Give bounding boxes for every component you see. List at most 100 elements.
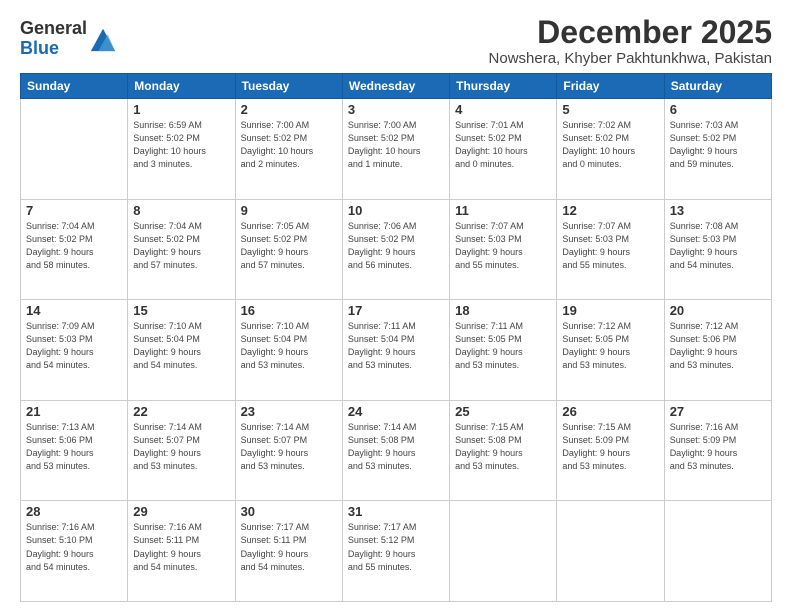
day-info: Sunrise: 7:08 AMSunset: 5:03 PMDaylight:… bbox=[670, 220, 766, 272]
day-number: 31 bbox=[348, 504, 444, 519]
day-info: Sunrise: 7:14 AMSunset: 5:07 PMDaylight:… bbox=[241, 421, 337, 473]
day-info: Sunrise: 7:12 AMSunset: 5:05 PMDaylight:… bbox=[562, 320, 658, 372]
day-info: Sunrise: 7:10 AMSunset: 5:04 PMDaylight:… bbox=[241, 320, 337, 372]
day-info: Sunrise: 7:12 AMSunset: 5:06 PMDaylight:… bbox=[670, 320, 766, 372]
day-info: Sunrise: 7:10 AMSunset: 5:04 PMDaylight:… bbox=[133, 320, 229, 372]
table-row: 25 Sunrise: 7:15 AMSunset: 5:08 PMDayligh… bbox=[450, 400, 557, 501]
table-row: 4 Sunrise: 7:01 AMSunset: 5:02 PMDaylight… bbox=[450, 99, 557, 200]
day-info: Sunrise: 7:06 AMSunset: 5:02 PMDaylight:… bbox=[348, 220, 444, 272]
page-title: December 2025 bbox=[489, 15, 772, 50]
table-row bbox=[21, 99, 128, 200]
table-row bbox=[450, 501, 557, 602]
day-number: 30 bbox=[241, 504, 337, 519]
day-info: Sunrise: 7:13 AMSunset: 5:06 PMDaylight:… bbox=[26, 421, 122, 473]
day-info: Sunrise: 7:00 AMSunset: 5:02 PMDaylight:… bbox=[348, 119, 444, 171]
table-row: 28 Sunrise: 7:16 AMSunset: 5:10 PMDayligh… bbox=[21, 501, 128, 602]
day-info: Sunrise: 7:04 AMSunset: 5:02 PMDaylight:… bbox=[133, 220, 229, 272]
table-row: 3 Sunrise: 7:00 AMSunset: 5:02 PMDaylight… bbox=[342, 99, 449, 200]
day-number: 29 bbox=[133, 504, 229, 519]
table-row: 20Sunrise: 7:12 AMSunset: 5:06 PMDayligh… bbox=[664, 300, 771, 401]
table-row: 5Sunrise: 7:02 AMSunset: 5:02 PMDaylight… bbox=[557, 99, 664, 200]
table-row: 13 Sunrise: 7:08 AMSunset: 5:03 PMDayligh… bbox=[664, 199, 771, 300]
table-row: 8Sunrise: 7:04 AMSunset: 5:02 PMDaylight… bbox=[128, 199, 235, 300]
day-number: 25 bbox=[455, 404, 551, 419]
day-info: Sunrise: 7:15 AMSunset: 5:09 PMDaylight:… bbox=[562, 421, 658, 473]
day-info: Sunrise: 7:07 AMSunset: 5:03 PMDaylight:… bbox=[562, 220, 658, 272]
day-info: Sunrise: 7:17 AMSunset: 5:11 PMDaylight:… bbox=[241, 521, 337, 573]
day-number: 4 bbox=[455, 102, 551, 117]
col-friday: Friday bbox=[557, 74, 664, 99]
page: General Blue December 2025 Nowshera, Khy… bbox=[0, 0, 792, 612]
day-info: Sunrise: 7:17 AMSunset: 5:12 PMDaylight:… bbox=[348, 521, 444, 573]
calendar-week-row: 14 Sunrise: 7:09 AMSunset: 5:03 PMDayligh… bbox=[21, 300, 772, 401]
day-info: Sunrise: 7:16 AMSunset: 5:10 PMDaylight:… bbox=[26, 521, 122, 573]
col-tuesday: Tuesday bbox=[235, 74, 342, 99]
day-number: 7 bbox=[26, 203, 122, 218]
table-row: 30 Sunrise: 7:17 AMSunset: 5:11 PMDayligh… bbox=[235, 501, 342, 602]
day-number: 5 bbox=[562, 102, 658, 117]
day-info: Sunrise: 7:03 AMSunset: 5:02 PMDaylight:… bbox=[670, 119, 766, 171]
table-row: 1 Sunrise: 6:59 AMSunset: 5:02 PMDaylight… bbox=[128, 99, 235, 200]
table-row: 9 Sunrise: 7:05 AMSunset: 5:02 PMDaylight… bbox=[235, 199, 342, 300]
table-row: 12 Sunrise: 7:07 AMSunset: 5:03 PMDayligh… bbox=[557, 199, 664, 300]
calendar-week-row: 21 Sunrise: 7:13 AMSunset: 5:06 PMDayligh… bbox=[21, 400, 772, 501]
day-info: Sunrise: 7:04 AMSunset: 5:02 PMDaylight:… bbox=[26, 220, 122, 272]
day-info: Sunrise: 7:05 AMSunset: 5:02 PMDaylight:… bbox=[241, 220, 337, 272]
table-row: 6Sunrise: 7:03 AMSunset: 5:02 PMDaylight… bbox=[664, 99, 771, 200]
table-row: 7 Sunrise: 7:04 AMSunset: 5:02 PMDaylight… bbox=[21, 199, 128, 300]
table-row: 15 Sunrise: 7:10 AMSunset: 5:04 PMDayligh… bbox=[128, 300, 235, 401]
day-number: 28 bbox=[26, 504, 122, 519]
col-wednesday: Wednesday bbox=[342, 74, 449, 99]
table-row: 16Sunrise: 7:10 AMSunset: 5:04 PMDayligh… bbox=[235, 300, 342, 401]
table-row: 26Sunrise: 7:15 AMSunset: 5:09 PMDayligh… bbox=[557, 400, 664, 501]
day-number: 3 bbox=[348, 102, 444, 117]
day-info: Sunrise: 6:59 AMSunset: 5:02 PMDaylight:… bbox=[133, 119, 229, 171]
calendar-header-row: Sunday Monday Tuesday Wednesday Thursday… bbox=[21, 74, 772, 99]
logo-general: General bbox=[20, 18, 87, 38]
calendar-table: Sunday Monday Tuesday Wednesday Thursday… bbox=[20, 73, 772, 602]
col-saturday: Saturday bbox=[664, 74, 771, 99]
day-info: Sunrise: 7:09 AMSunset: 5:03 PMDaylight:… bbox=[26, 320, 122, 372]
table-row: 24Sunrise: 7:14 AMSunset: 5:08 PMDayligh… bbox=[342, 400, 449, 501]
day-info: Sunrise: 7:11 AMSunset: 5:04 PMDaylight:… bbox=[348, 320, 444, 372]
day-number: 22 bbox=[133, 404, 229, 419]
logo-text: General Blue bbox=[20, 19, 117, 59]
day-info: Sunrise: 7:01 AMSunset: 5:02 PMDaylight:… bbox=[455, 119, 551, 171]
col-sunday: Sunday bbox=[21, 74, 128, 99]
logo-icon bbox=[89, 25, 117, 53]
day-number: 2 bbox=[241, 102, 337, 117]
table-row bbox=[664, 501, 771, 602]
table-row: 27 Sunrise: 7:16 AMSunset: 5:09 PMDayligh… bbox=[664, 400, 771, 501]
day-info: Sunrise: 7:11 AMSunset: 5:05 PMDaylight:… bbox=[455, 320, 551, 372]
day-number: 9 bbox=[241, 203, 337, 218]
calendar-week-row: 1 Sunrise: 6:59 AMSunset: 5:02 PMDaylight… bbox=[21, 99, 772, 200]
logo-blue: Blue bbox=[20, 38, 59, 58]
day-info: Sunrise: 7:16 AMSunset: 5:11 PMDaylight:… bbox=[133, 521, 229, 573]
day-number: 21 bbox=[26, 404, 122, 419]
day-number: 17 bbox=[348, 303, 444, 318]
calendar-week-row: 7 Sunrise: 7:04 AMSunset: 5:02 PMDaylight… bbox=[21, 199, 772, 300]
day-number: 23 bbox=[241, 404, 337, 419]
table-row: 22Sunrise: 7:14 AMSunset: 5:07 PMDayligh… bbox=[128, 400, 235, 501]
day-info: Sunrise: 7:16 AMSunset: 5:09 PMDaylight:… bbox=[670, 421, 766, 473]
day-number: 1 bbox=[133, 102, 229, 117]
day-number: 12 bbox=[562, 203, 658, 218]
table-row: 14 Sunrise: 7:09 AMSunset: 5:03 PMDayligh… bbox=[21, 300, 128, 401]
calendar-week-row: 28 Sunrise: 7:16 AMSunset: 5:10 PMDayligh… bbox=[21, 501, 772, 602]
day-info: Sunrise: 7:07 AMSunset: 5:03 PMDaylight:… bbox=[455, 220, 551, 272]
day-info: Sunrise: 7:00 AMSunset: 5:02 PMDaylight:… bbox=[241, 119, 337, 171]
table-row: 17 Sunrise: 7:11 AMSunset: 5:04 PMDayligh… bbox=[342, 300, 449, 401]
col-thursday: Thursday bbox=[450, 74, 557, 99]
day-number: 13 bbox=[670, 203, 766, 218]
day-number: 14 bbox=[26, 303, 122, 318]
table-row: 29 Sunrise: 7:16 AMSunset: 5:11 PMDayligh… bbox=[128, 501, 235, 602]
page-subtitle: Nowshera, Khyber Pakhtunkhwa, Pakistan bbox=[489, 50, 772, 67]
table-row: 31 Sunrise: 7:17 AMSunset: 5:12 PMDayligh… bbox=[342, 501, 449, 602]
day-number: 27 bbox=[670, 404, 766, 419]
day-number: 15 bbox=[133, 303, 229, 318]
logo: General Blue bbox=[20, 19, 117, 59]
day-number: 11 bbox=[455, 203, 551, 218]
table-row: 23 Sunrise: 7:14 AMSunset: 5:07 PMDayligh… bbox=[235, 400, 342, 501]
day-number: 24 bbox=[348, 404, 444, 419]
day-info: Sunrise: 7:15 AMSunset: 5:08 PMDaylight:… bbox=[455, 421, 551, 473]
